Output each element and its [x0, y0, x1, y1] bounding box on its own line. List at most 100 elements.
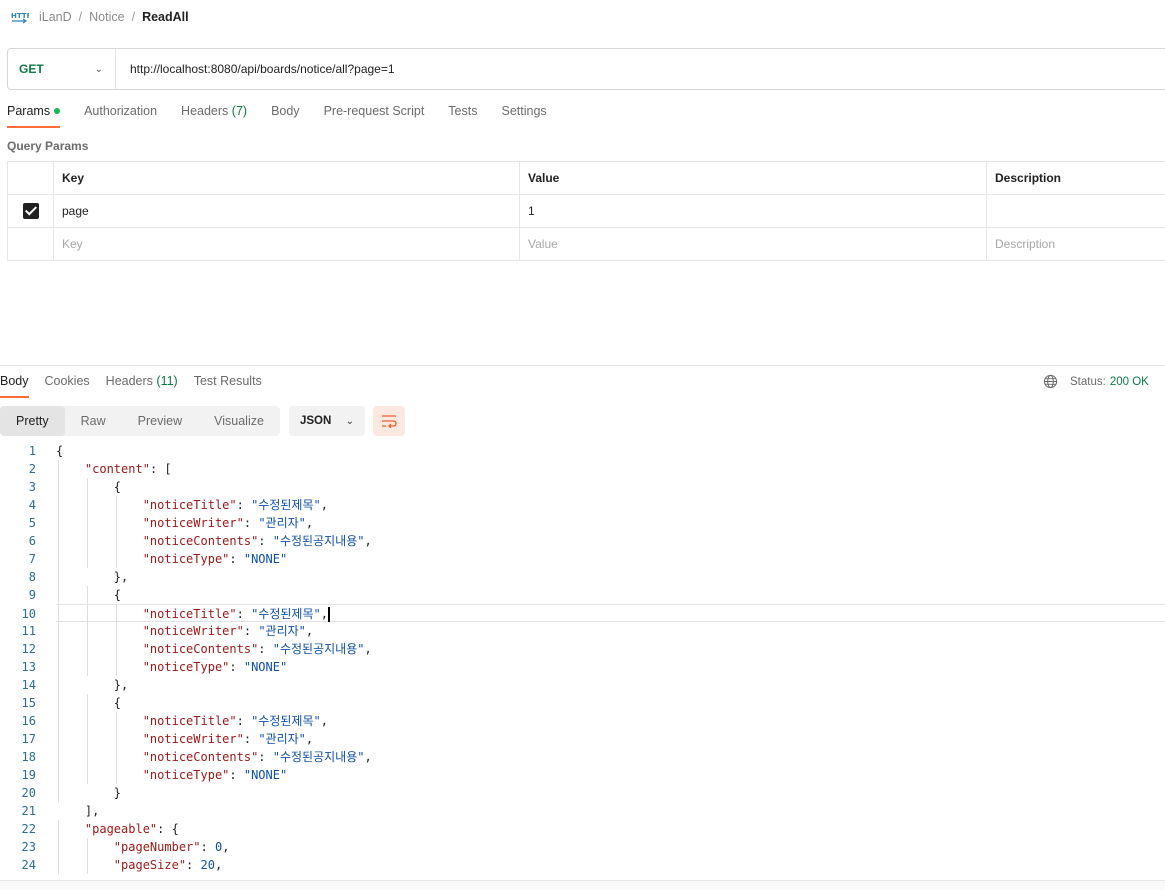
table-row: page 1 [7, 195, 1165, 228]
response-tab-test-results[interactable]: Test Results [194, 374, 262, 398]
tab-label: Settings [501, 104, 547, 118]
view-visualize-button[interactable]: Visualize [198, 406, 280, 436]
line-number: 5 [28, 516, 36, 530]
line-number: 16 [21, 714, 36, 728]
breadcrumb-collection[interactable]: iLanD [39, 10, 72, 24]
code-text: { [56, 588, 122, 602]
response-tab-cookies[interactable]: Cookies [45, 374, 90, 398]
globe-icon[interactable] [1043, 374, 1058, 389]
code-line: 8 }, [0, 568, 1165, 586]
view-mode-switcher: Pretty Raw Preview Visualize [0, 406, 280, 436]
param-checkbox-cell [7, 195, 53, 227]
view-raw-button[interactable]: Raw [65, 406, 122, 436]
status-value[interactable]: 200 OK [1110, 376, 1149, 388]
param-key-cell[interactable]: page [53, 195, 519, 227]
code-line: 15 { [0, 694, 1165, 712]
code-line: 20 } [0, 784, 1165, 802]
code-line: 11 "noticeWriter": "관리자", [0, 622, 1165, 640]
new-value-input[interactable]: Value [519, 228, 986, 260]
view-pretty-button[interactable]: Pretty [0, 406, 65, 436]
code-line: 10 "noticeTitle": "수정된제목", [22, 604, 1165, 623]
response-tab-body[interactable]: Body [0, 374, 29, 398]
code-text: }, [56, 678, 129, 692]
line-number: 1 [28, 444, 36, 458]
tab-label: Body [0, 374, 29, 388]
breadcrumb-request-name[interactable]: ReadAll [142, 10, 189, 24]
response-tab-headers[interactable]: Headers (11) [106, 374, 178, 398]
tab-headers[interactable]: Headers (7) [181, 104, 247, 128]
code-text: }, [56, 570, 129, 584]
tab-label: Authorization [84, 104, 158, 118]
breadcrumb-folder[interactable]: Notice [89, 10, 124, 24]
code-text: "noticeWriter": "관리자", [142, 624, 314, 638]
tab-params[interactable]: Params [7, 104, 61, 128]
tab-label: Headers [181, 104, 229, 118]
method-select[interactable]: GET ⌄ [8, 49, 116, 89]
line-number: 4 [28, 498, 36, 512]
line-number: 10 [21, 607, 36, 621]
line-number: 2 [28, 462, 36, 476]
breadcrumb-separator: / [131, 10, 136, 24]
query-params-table: Key Value Description page 1 Key Value D… [7, 161, 1165, 261]
param-description-cell[interactable] [986, 195, 1165, 227]
code-line: 1{ [0, 442, 1165, 460]
new-key-input[interactable]: Key [53, 228, 519, 260]
code-line: 13 "noticeType": "NONE" [0, 658, 1165, 676]
code-line: 23 "pageNumber": 0, [0, 838, 1165, 856]
code-line: 17 "noticeWriter": "관리자", [0, 730, 1165, 748]
svg-text:HTTP: HTTP [11, 12, 29, 20]
param-enabled-checkbox[interactable] [22, 203, 39, 219]
breadcrumb: HTTP iLanD / Notice / ReadAll [10, 8, 189, 26]
param-value-cell[interactable]: 1 [519, 195, 986, 227]
new-description-input[interactable]: Description [986, 228, 1165, 260]
code-line: 6 "noticeContents": "수정된공지내용", [0, 532, 1165, 550]
wrap-lines-icon [381, 415, 397, 428]
view-preview-button[interactable]: Preview [122, 406, 198, 436]
chevron-down-icon: ⌄ [345, 415, 354, 427]
code-text: { [56, 444, 64, 458]
code-text: "noticeType": "NONE" [142, 768, 288, 782]
tab-label: Body [271, 104, 300, 118]
table-row-empty: Key Value Description [7, 228, 1165, 261]
tab-label: Headers [105, 374, 153, 388]
response-body-editor[interactable]: 1{2 "content": [3 {4 "noticeTitle": "수정된… [0, 442, 1165, 878]
code-line: 4 "noticeTitle": "수정된제목", [0, 496, 1165, 514]
url-bar: GET ⌄ http://localhost:8080/api/boards/n… [7, 48, 1165, 90]
code-line: 14 }, [0, 676, 1165, 694]
tab-settings[interactable]: Settings [501, 104, 546, 128]
status-label: Status: [1070, 375, 1106, 388]
code-line: 3 { [0, 478, 1165, 496]
chevron-down-icon: ⌄ [94, 63, 103, 75]
code-text: "noticeWriter": "관리자", [142, 516, 314, 530]
code-text: ], [56, 804, 100, 818]
header-value: Value [519, 162, 986, 194]
line-number: 22 [21, 822, 36, 836]
tab-authorization[interactable]: Authorization [84, 104, 157, 128]
response-tabs: Body Cookies Headers (11) Test Results [0, 374, 278, 398]
url-input[interactable]: http://localhost:8080/api/boards/notice/… [130, 62, 395, 76]
tab-body[interactable]: Body [271, 104, 300, 128]
line-number: 21 [21, 804, 36, 818]
request-tabs: Params Authorization Headers (7) Body Pr… [7, 104, 571, 128]
format-select[interactable]: JSON ⌄ [288, 406, 365, 436]
tab-label: Pre-request Script [323, 104, 425, 118]
code-text: "pageable": { [84, 822, 179, 836]
tab-label: Test Results [193, 374, 262, 388]
line-number: 20 [21, 786, 36, 800]
code-line: 16 "noticeTitle": "수정된제목", [0, 712, 1165, 730]
empty-checkbox-cell [7, 228, 53, 260]
code-text: "noticeType": "NONE" [142, 660, 288, 674]
tab-pre-request-script[interactable]: Pre-request Script [324, 104, 425, 128]
code-text: "noticeContents": "수정된공지내용", [142, 750, 372, 764]
line-number: 24 [21, 858, 36, 872]
code-text: "noticeTitle": "수정된제목", [142, 714, 328, 728]
text-cursor [327, 607, 330, 622]
code-line: 2 "content": [ [0, 460, 1165, 478]
line-number: 14 [21, 678, 36, 692]
code-line: 18 "noticeContents": "수정된공지내용", [0, 748, 1165, 766]
tab-tests[interactable]: Tests [448, 104, 477, 128]
response-view-toolbar: Pretty Raw Preview Visualize JSON ⌄ [0, 406, 405, 436]
line-number: 11 [21, 624, 36, 638]
response-divider[interactable] [0, 365, 1165, 366]
wrap-lines-button[interactable] [372, 406, 405, 436]
